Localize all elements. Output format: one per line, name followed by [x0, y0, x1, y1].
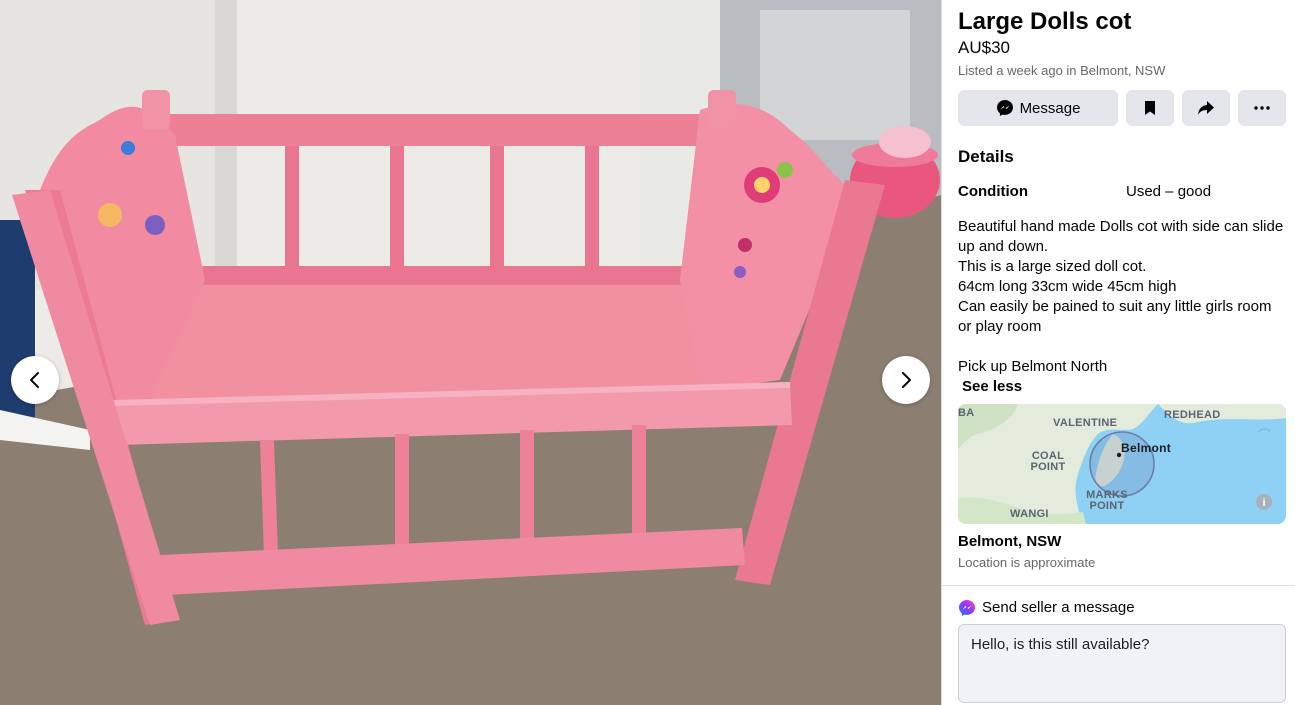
svg-text:i: i: [1262, 497, 1265, 509]
share-icon: [1198, 101, 1214, 115]
listing-details-panel: Large Dolls cot AU$30 Listed a week ago …: [941, 0, 1295, 705]
see-less-link[interactable]: See less: [958, 377, 1286, 397]
messenger-color-icon: [959, 600, 975, 616]
more-icon: [1254, 106, 1270, 110]
send-message-heading-label: Send seller a message: [982, 599, 1135, 616]
listing-photo[interactable]: [0, 0, 941, 705]
details-heading: Details: [958, 147, 1014, 166]
save-button[interactable]: [1126, 90, 1174, 126]
chevron-right-icon: [902, 372, 911, 388]
map-label-wangi: WANGI: [1010, 508, 1049, 520]
divider: [942, 585, 1295, 586]
message-button[interactable]: Message: [958, 90, 1118, 126]
messenger-icon: [996, 100, 1013, 116]
condition-row: Condition Used – good: [958, 182, 1286, 202]
more-options-button[interactable]: [1238, 90, 1286, 126]
cot-photo-image: [0, 0, 941, 705]
next-photo-button[interactable]: [882, 356, 930, 404]
map-label-coal-point: COAL POINT: [1030, 450, 1066, 473]
seller-message-input[interactable]: Hello, is this still available?: [958, 624, 1286, 703]
previous-photo-button[interactable]: [11, 356, 59, 404]
message-button-label: Message: [1019, 99, 1081, 117]
send-message-heading: Send seller a message: [958, 598, 1286, 618]
location-name: Belmont, NSW: [958, 533, 1062, 550]
map-label-ba: BA: [958, 407, 975, 419]
chevron-left-icon: [30, 372, 39, 388]
action-bar: Message: [958, 90, 1286, 126]
location-note: Location is approximate: [958, 555, 1096, 570]
bookmark-icon: [1145, 101, 1155, 115]
map-label-marks-point: MARKS POINT: [1086, 489, 1128, 512]
share-button[interactable]: [1182, 90, 1230, 126]
listing-description: Beautiful hand made Dolls cot with side …: [958, 218, 1284, 375]
listing-title: Large Dolls cot: [958, 8, 1132, 35]
condition-label: Condition: [958, 183, 1028, 200]
map-label-belmont: Belmont: [1121, 441, 1172, 455]
map-label-valentine: VALENTINE: [1053, 417, 1118, 429]
location-map[interactable]: i BA VALENTINE REDHEAD Belmont COAL POIN…: [958, 404, 1286, 524]
listing-price: AU$30: [958, 38, 1010, 57]
condition-value: Used – good: [1126, 183, 1212, 200]
map-label-redhead: REDHEAD: [1164, 409, 1221, 421]
listing-meta: Listed a week ago in Belmont, NSW: [958, 63, 1166, 78]
